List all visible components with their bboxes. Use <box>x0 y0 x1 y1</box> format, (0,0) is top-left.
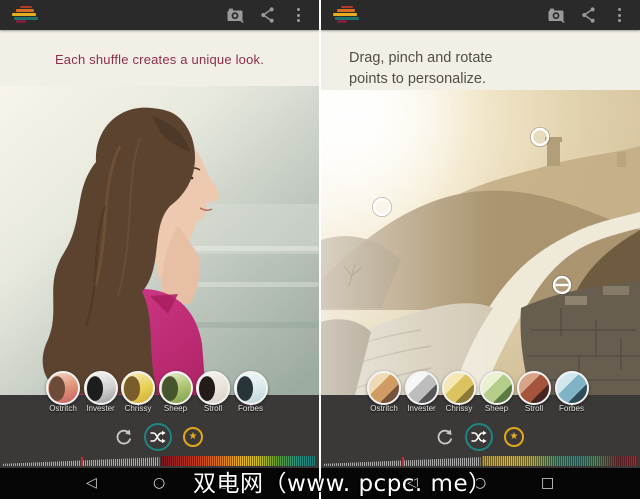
panel-points-demo: Drag, pinch and rotate points to persona… <box>321 0 640 499</box>
palette-tick <box>81 457 84 466</box>
filter-label: Forbes <box>559 404 584 413</box>
heading-line-1: Drag, pinch and rotate <box>349 50 493 66</box>
camera-icon[interactable] <box>546 6 568 24</box>
android-nav-bar: ◁ ○ □ <box>321 468 640 499</box>
undo-button[interactable] <box>112 426 134 448</box>
filter-thumb-forbes[interactable] <box>233 371 268 405</box>
app-logo-icon <box>12 5 38 25</box>
filter-label: Forbes <box>238 404 263 413</box>
undo-button[interactable] <box>433 426 455 448</box>
palette-colors <box>161 456 316 466</box>
panel-shuffle-demo: Each shuffle creates a unique look. Ostr… <box>0 0 319 499</box>
nav-back-icon[interactable]: ◁ <box>86 475 97 491</box>
nav-home-icon[interactable]: ○ <box>474 475 486 491</box>
filter-thumb-forbes[interactable] <box>554 371 589 405</box>
android-nav-bar: ◁ ○ □ <box>0 468 319 499</box>
panel-heading: Each shuffle creates a unique look. <box>54 52 265 67</box>
filter-thumb-sheep[interactable] <box>158 371 193 405</box>
share-icon[interactable] <box>256 6 278 24</box>
filter-palette-strip <box>324 456 637 466</box>
filter-palette-strip <box>3 456 316 466</box>
star-icon: ★ <box>509 430 519 442</box>
top-bar <box>0 0 319 30</box>
nav-recents-icon[interactable]: □ <box>220 475 233 491</box>
share-icon[interactable] <box>577 6 599 24</box>
panel-heading: Drag, pinch and rotate points to persona… <box>349 48 492 90</box>
app-logo-icon <box>333 5 359 25</box>
great-wall-photo[interactable] <box>321 90 640 395</box>
palette-tick <box>402 457 405 466</box>
nav-home-icon[interactable]: ○ <box>153 475 165 491</box>
filter-thumb-stroll[interactable] <box>196 371 230 405</box>
filter-thumb-chrissy[interactable] <box>442 371 476 405</box>
top-bar <box>321 0 640 30</box>
filter-thumb-chrissy[interactable] <box>121 371 155 405</box>
filter-thumb-ostritch[interactable] <box>46 371 80 405</box>
favorite-button[interactable]: ★ <box>183 427 203 447</box>
shuffle-button[interactable] <box>465 423 493 451</box>
overflow-menu-icon[interactable] <box>608 6 630 24</box>
dual-screenshot: Each shuffle creates a unique look. Ostr… <box>0 0 640 499</box>
filter-thumb-invester[interactable] <box>404 371 439 405</box>
nav-recents-icon[interactable]: □ <box>541 475 554 491</box>
nav-back-icon[interactable]: ◁ <box>407 475 418 491</box>
star-icon: ★ <box>188 430 198 442</box>
filter-thumb-invester[interactable] <box>83 371 118 405</box>
palette-colors <box>482 456 637 466</box>
portrait-photo[interactable] <box>0 86 319 395</box>
filter-thumb-ostritch[interactable] <box>367 371 401 405</box>
favorite-button[interactable]: ★ <box>504 427 524 447</box>
filter-thumb-stroll[interactable] <box>517 371 551 405</box>
heading-line-2: points to personalize. <box>349 71 487 87</box>
camera-icon[interactable] <box>225 6 247 24</box>
filter-thumb-sheep[interactable] <box>479 371 514 405</box>
shuffle-button[interactable] <box>144 423 172 451</box>
overflow-menu-icon[interactable] <box>287 6 309 24</box>
